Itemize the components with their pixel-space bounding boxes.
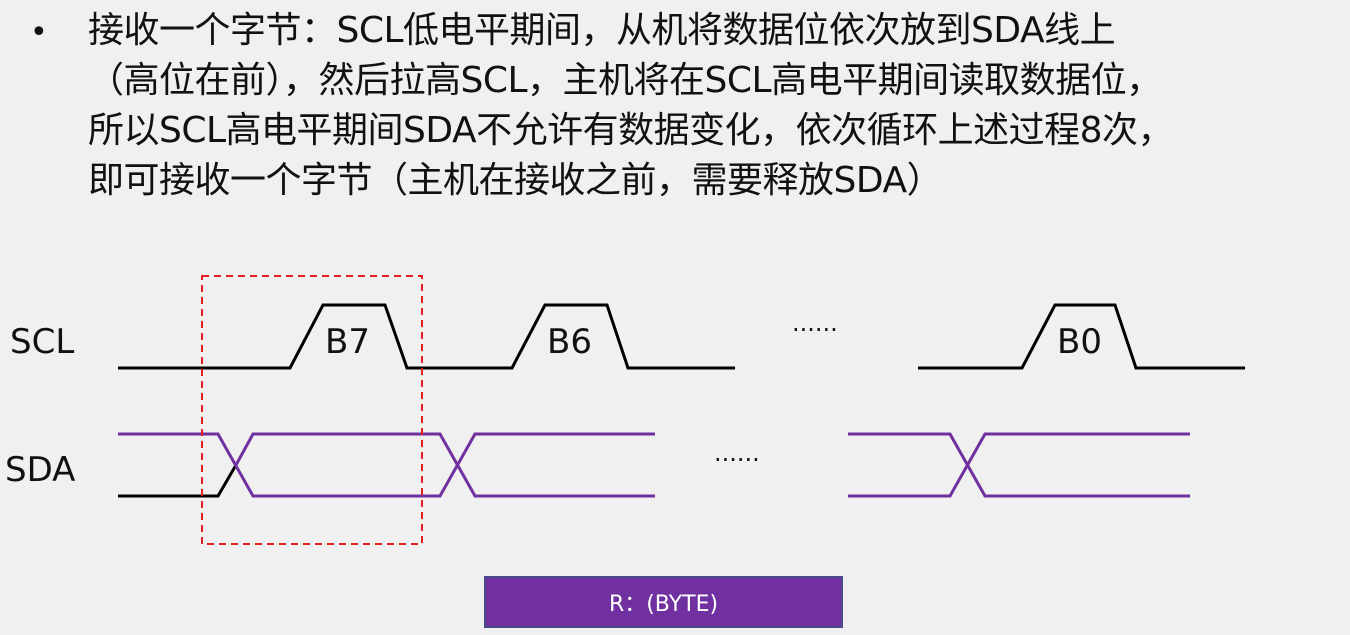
- byte-box: R：(BYTE): [484, 576, 843, 628]
- scl-segment-b7-b6: [118, 303, 735, 370]
- byte-box-label: R：(BYTE): [608, 592, 719, 617]
- sda-top-2: [848, 432, 1190, 498]
- bit-label-b6: B6: [547, 322, 592, 362]
- bit-label-b0: B0: [1057, 322, 1102, 362]
- sda-label: SDA: [5, 450, 75, 490]
- sda-bottom-2: [848, 432, 1190, 498]
- scl-ellipsis: ······: [792, 316, 838, 344]
- sda-released-line: [118, 464, 238, 498]
- sda-ellipsis: ······: [714, 446, 760, 474]
- timing-diagram: SCL SDA B7 B6 B0 ······ ······: [5, 275, 1245, 545]
- scl-label: SCL: [10, 322, 74, 362]
- bit-label-b7: B7: [325, 322, 370, 362]
- sda-top-1: [118, 432, 655, 498]
- sda-waveform: [118, 432, 1190, 498]
